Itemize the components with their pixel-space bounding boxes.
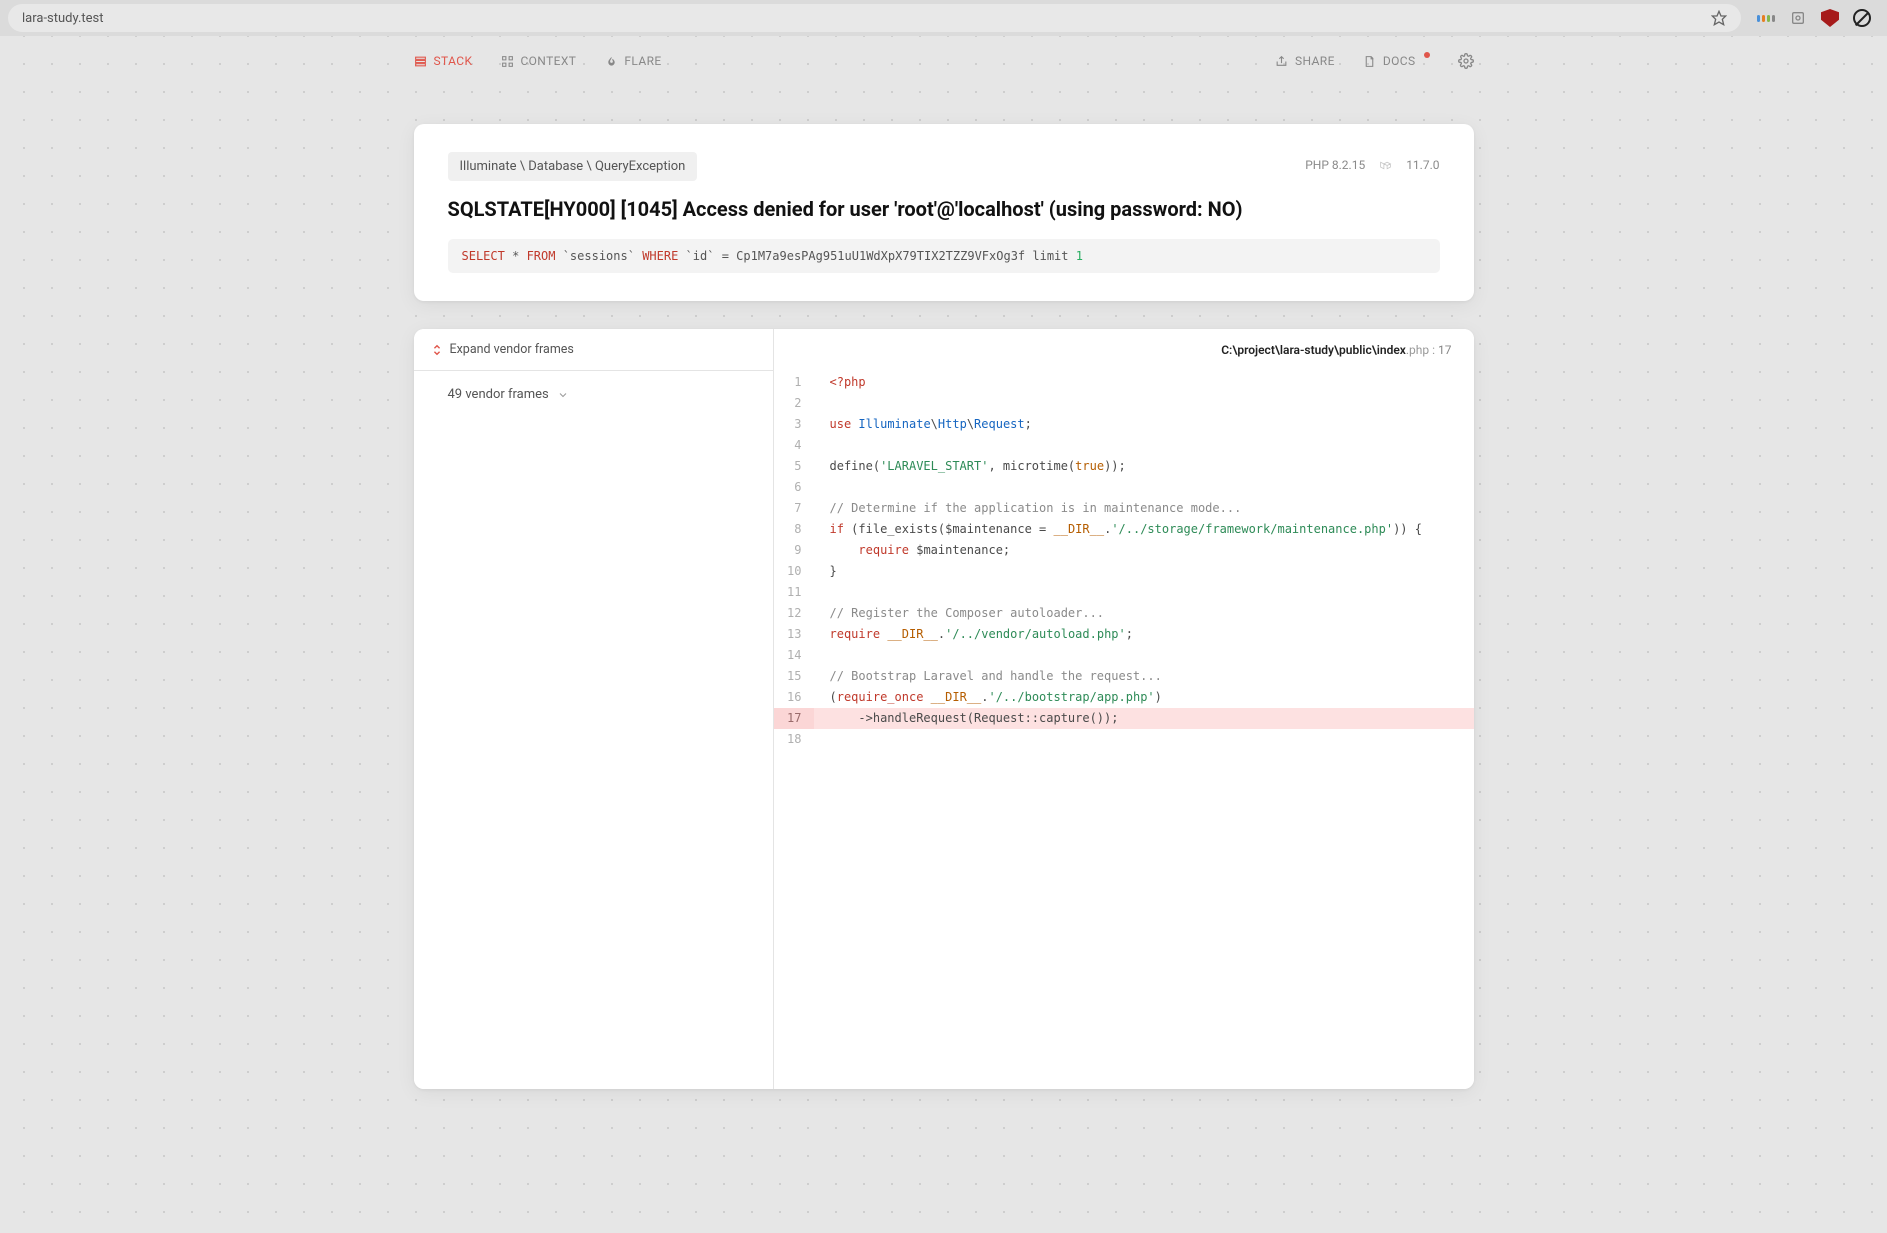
- code-line: 16(require_once __DIR__.'/../bootstrap/a…: [774, 687, 1474, 708]
- error-title: SQLSTATE[HY000] [1045] Access denied for…: [448, 197, 1440, 221]
- laravel-version: 11.7.0: [1406, 158, 1439, 172]
- code-line: 10}: [774, 561, 1474, 582]
- exception-class-badge: Illuminate \ Database \ QueryException: [448, 152, 698, 181]
- nav-context[interactable]: CONTEXT: [500, 54, 576, 68]
- block-icon[interactable]: [1853, 9, 1871, 27]
- file-line-number: 17: [1438, 343, 1452, 357]
- vendor-frames-summary[interactable]: 49 vendor frames: [414, 371, 773, 418]
- code-line: 7// Determine if the application is in m…: [774, 498, 1474, 519]
- file-path-header: C:\project\lara-study\public\index.php :…: [774, 329, 1474, 372]
- code-line: 17 ->handleRequest(Request::capture());: [774, 708, 1474, 729]
- code-line: 15// Bootstrap Laravel and handle the re…: [774, 666, 1474, 687]
- adblock-shield-icon[interactable]: [1821, 9, 1839, 27]
- address-pill[interactable]: lara-study.test: [8, 4, 1741, 32]
- nav-context-label: CONTEXT: [520, 54, 576, 68]
- frames-column: Expand vendor frames 49 vendor frames: [414, 329, 774, 1089]
- nav-stack[interactable]: STACK: [414, 54, 473, 68]
- error-summary-card: Illuminate \ Database \ QueryException P…: [414, 124, 1474, 301]
- bookmark-star-icon[interactable]: [1711, 10, 1727, 26]
- code-line: 3use Illuminate\Http\Request;: [774, 414, 1474, 435]
- code-line: 2: [774, 393, 1474, 414]
- share-icon: [1275, 54, 1289, 68]
- chevron-down-icon: [557, 389, 569, 401]
- stack-icon: [414, 54, 428, 68]
- file-name: index: [1377, 343, 1406, 357]
- code-line: 12// Register the Composer autoloader...: [774, 603, 1474, 624]
- flare-icon: [604, 54, 618, 68]
- nav-flare[interactable]: FLARE: [604, 54, 661, 68]
- laravel-icon: [1379, 159, 1392, 172]
- stack-trace-card: Expand vendor frames 49 vendor frames C:…: [414, 329, 1474, 1089]
- nav-stack-label: STACK: [434, 54, 473, 68]
- docs-notification-dot: [1424, 52, 1430, 58]
- code-line: 8if (file_exists($maintenance = __DIR__.…: [774, 519, 1474, 540]
- code-line: 4: [774, 435, 1474, 456]
- php-version: PHP 8.2.15: [1305, 158, 1365, 172]
- code-line: 9 require $maintenance;: [774, 540, 1474, 561]
- code-line: 6: [774, 477, 1474, 498]
- code-line: 5define('LARAVEL_START', microtime(true)…: [774, 456, 1474, 477]
- browser-address-bar: lara-study.test: [0, 0, 1887, 36]
- code-line: 1<?php: [774, 372, 1474, 393]
- file-ext: .php: [1406, 343, 1429, 357]
- extension-icons: [1749, 9, 1879, 27]
- code-body: 1<?php23use Illuminate\Http\Request;45de…: [774, 372, 1474, 750]
- nav-flare-label: FLARE: [624, 54, 661, 68]
- sql-query-box: SELECT * FROM `sessions` WHERE `id` = Cp…: [448, 239, 1440, 273]
- code-viewer: C:\project\lara-study\public\index.php :…: [774, 329, 1474, 1089]
- nav-docs[interactable]: DOCS: [1363, 54, 1430, 68]
- code-line: 11: [774, 582, 1474, 603]
- code-line: 14: [774, 645, 1474, 666]
- file-dir: C:\project\lara-study\public\: [1221, 343, 1377, 357]
- apps-grid-icon[interactable]: [1757, 9, 1775, 27]
- nav-share[interactable]: SHARE: [1275, 54, 1335, 68]
- vendor-frames-count: 49 vendor frames: [448, 387, 549, 402]
- nav-share-label: SHARE: [1295, 54, 1335, 68]
- nav-docs-label: DOCS: [1383, 54, 1416, 68]
- url-text: lara-study.test: [22, 11, 104, 26]
- expand-vendor-frames-button[interactable]: Expand vendor frames: [414, 329, 773, 371]
- ignition-top-nav: STACK CONTEXT FLARE SHARE: [0, 36, 1887, 86]
- code-line: 13require __DIR__.'/../vendor/autoload.p…: [774, 624, 1474, 645]
- expand-icon: [432, 344, 442, 356]
- version-info: PHP 8.2.15 11.7.0: [1305, 158, 1439, 172]
- context-icon: [500, 54, 514, 68]
- expand-vendor-label: Expand vendor frames: [450, 342, 574, 357]
- capture-icon[interactable]: [1789, 9, 1807, 27]
- settings-button[interactable]: [1458, 53, 1474, 69]
- code-line: 18: [774, 729, 1474, 750]
- docs-icon: [1363, 54, 1377, 68]
